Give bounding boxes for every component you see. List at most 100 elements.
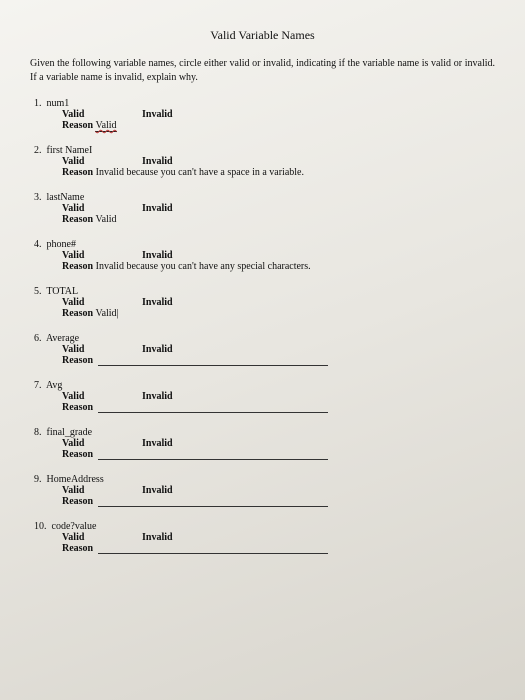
text-cursor-icon: |: [117, 308, 119, 319]
question-line: 5. TOTAL: [34, 286, 495, 297]
valid-option: Valid: [62, 532, 142, 543]
invalid-option: Invalid: [142, 344, 173, 355]
valid-option: Valid: [62, 297, 142, 308]
reason-blank: [98, 412, 328, 413]
invalid-option: Invalid: [142, 250, 173, 261]
question-item: 2. first NameIValidInvalidReason Invalid…: [34, 145, 495, 178]
question-number: 3.: [34, 192, 47, 203]
question-line: 7. Avg: [34, 380, 495, 391]
reason-text: Invalid because you can't have a space i…: [96, 167, 304, 178]
valid-option: Valid: [62, 485, 142, 496]
variable-name: TOTAL: [46, 286, 78, 297]
reason-label: Reason: [62, 261, 93, 272]
valid-invalid-line: ValidInvalid: [34, 297, 495, 308]
question-number: 1.: [34, 98, 47, 109]
reason-line: Reason: [34, 543, 495, 554]
question-item: 5. TOTALValidInvalidReason Valid|: [34, 286, 495, 319]
question-line: 4. phone#: [34, 239, 495, 250]
valid-option: Valid: [62, 203, 142, 214]
question-item: 4. phone#ValidInvalidReason Invalid beca…: [34, 239, 495, 272]
variable-name: first Name: [47, 145, 90, 156]
reason-line: Reason Valid: [34, 214, 495, 225]
reason-text: Valid: [95, 308, 116, 319]
reason-label: Reason: [62, 543, 93, 554]
variable-name: Avg: [46, 380, 62, 391]
question-line: 10. code?value: [34, 521, 495, 532]
valid-invalid-line: ValidInvalid: [34, 438, 495, 449]
reason-label: Reason: [62, 167, 93, 178]
valid-option: Valid: [62, 250, 142, 261]
page-title: Valid Variable Names: [30, 28, 495, 43]
valid-option: Valid: [62, 109, 142, 120]
reason-line: Reason Invalid because you can't have an…: [34, 261, 495, 272]
invalid-option: Invalid: [142, 532, 173, 543]
valid-invalid-line: ValidInvalid: [34, 203, 495, 214]
valid-option: Valid: [62, 156, 142, 167]
reason-line: Reason Invalid because you can't have a …: [34, 167, 495, 178]
question-number: 7.: [34, 380, 46, 391]
invalid-option: Invalid: [142, 438, 173, 449]
variable-name: lastName: [47, 192, 85, 203]
reason-label: Reason: [62, 214, 93, 225]
invalid-option: Invalid: [142, 109, 173, 120]
reason-line: Reason Valid: [34, 120, 495, 131]
variable-name: final_grade: [47, 427, 93, 438]
question-number: 2.: [34, 145, 47, 156]
question-item: 6. AverageValidInvalid Reason: [34, 333, 495, 366]
reason-line: Reason: [34, 449, 495, 460]
reason-label: Reason: [62, 355, 93, 366]
question-line: 9. HomeAddress: [34, 474, 495, 485]
reason-label: Reason: [62, 496, 93, 507]
worksheet-page: Valid Variable Names Given the following…: [0, 0, 525, 700]
reason-line: Reason: [34, 496, 495, 507]
question-number: 10.: [34, 521, 52, 532]
reason-blank: [98, 553, 328, 554]
question-line: 3. lastName: [34, 192, 495, 203]
valid-invalid-line: ValidInvalid: [34, 250, 495, 261]
reason-text: Valid: [95, 120, 116, 132]
reason-label: Reason: [62, 308, 93, 319]
variable-name: phone#: [47, 239, 76, 250]
valid-invalid-line: ValidInvalid: [34, 391, 495, 402]
question-number: 6.: [34, 333, 46, 344]
valid-invalid-line: ValidInvalid: [34, 485, 495, 496]
question-line: 8. final_grade: [34, 427, 495, 438]
valid-invalid-line: ValidInvalid: [34, 532, 495, 543]
question-item: 7. AvgValidInvalidReason: [34, 380, 495, 413]
question-number: 8.: [34, 427, 47, 438]
valid-invalid-line: ValidInvalid: [34, 156, 495, 167]
reason-blank: [98, 365, 328, 366]
variable-name: Average: [46, 333, 79, 344]
text-cursor-icon: I: [89, 145, 92, 156]
reason-line: Reason: [34, 355, 495, 366]
invalid-option: Invalid: [142, 203, 173, 214]
reason-text: Valid: [95, 214, 116, 225]
instructions: Given the following variable names, circ…: [30, 57, 495, 84]
question-item: 10. code?valueValidInvalidReason: [34, 521, 495, 554]
question-list: 1. num1ValidInvalidReason Valid2. first …: [30, 98, 495, 554]
valid-option: Valid: [62, 344, 142, 355]
valid-option: Valid: [62, 438, 142, 449]
reason-text: Invalid because you can't have any speci…: [96, 261, 311, 272]
question-number: 9.: [34, 474, 47, 485]
question-item: 3. lastNameValidInvalidReason Valid: [34, 192, 495, 225]
variable-name: code?value: [52, 521, 97, 532]
question-item: 1. num1ValidInvalidReason Valid: [34, 98, 495, 131]
reason-label: Reason: [62, 402, 93, 413]
question-item: 8. final_gradeValidInvalidReason: [34, 427, 495, 460]
variable-name: num1: [47, 98, 70, 109]
invalid-option: Invalid: [142, 485, 173, 496]
reason-blank: [98, 506, 328, 507]
reason-line: Reason: [34, 402, 495, 413]
reason-label: Reason: [62, 120, 93, 131]
valid-option: Valid: [62, 391, 142, 402]
question-line: 6. Average: [34, 333, 495, 344]
question-line: 2. first NameI: [34, 145, 495, 156]
reason-label: Reason: [62, 449, 93, 460]
question-number: 5.: [34, 286, 46, 297]
question-item: 9. HomeAddressValidInvalidReason: [34, 474, 495, 507]
reason-blank: [98, 459, 328, 460]
reason-line: Reason Valid|: [34, 308, 495, 319]
invalid-option: Invalid: [142, 391, 173, 402]
question-line: 1. num1: [34, 98, 495, 109]
